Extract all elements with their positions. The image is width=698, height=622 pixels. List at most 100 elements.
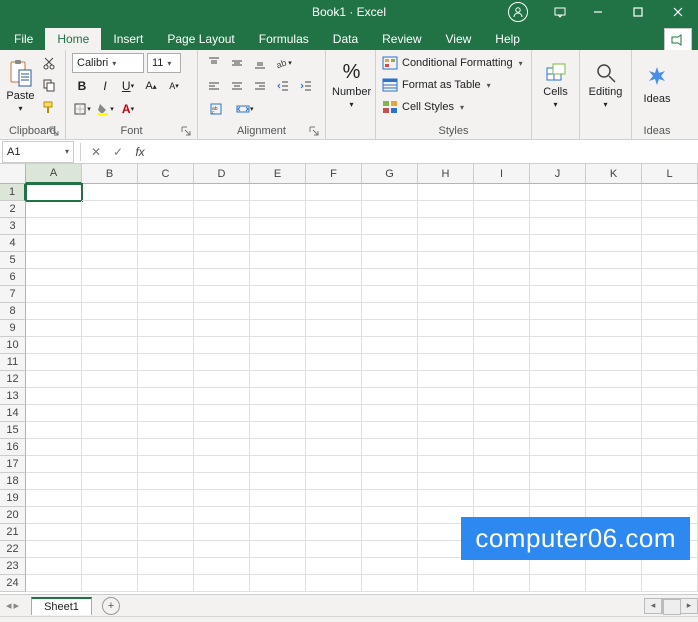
scroll-right-icon[interactable]: ▸ [680, 598, 698, 614]
cell[interactable] [194, 558, 250, 575]
sheet-nav-prev-icon[interactable]: ◂ [6, 599, 12, 612]
cell[interactable] [362, 269, 418, 286]
cell[interactable] [418, 422, 474, 439]
increase-indent-button[interactable] [296, 76, 316, 96]
cell[interactable] [586, 218, 642, 235]
font-name-combo[interactable]: Calibri▾ [72, 53, 144, 73]
tab-view[interactable]: View [434, 28, 484, 50]
tab-insert[interactable]: Insert [101, 28, 155, 50]
cell[interactable] [642, 303, 698, 320]
cell[interactable] [194, 201, 250, 218]
cell[interactable] [26, 405, 82, 422]
cell[interactable] [138, 371, 194, 388]
row-header[interactable]: 1 [0, 184, 26, 201]
cell[interactable] [474, 490, 530, 507]
editing-button[interactable]: Editing▾ [586, 53, 625, 117]
cell[interactable] [530, 201, 586, 218]
cell[interactable] [418, 235, 474, 252]
cell[interactable] [26, 269, 82, 286]
row-header[interactable]: 12 [0, 371, 26, 388]
cell[interactable] [642, 490, 698, 507]
cell[interactable] [362, 405, 418, 422]
column-header[interactable]: A [26, 164, 82, 184]
cell[interactable] [82, 269, 138, 286]
dialog-launcher-icon[interactable] [309, 126, 321, 138]
increase-font-button[interactable]: A▴ [141, 76, 161, 96]
cell[interactable] [250, 439, 306, 456]
name-box[interactable]: A1▾ [2, 141, 74, 163]
row-header[interactable]: 7 [0, 286, 26, 303]
cell[interactable] [194, 269, 250, 286]
cell[interactable] [82, 490, 138, 507]
dialog-launcher-icon[interactable] [181, 126, 193, 138]
cell[interactable] [26, 218, 82, 235]
cell[interactable] [250, 252, 306, 269]
cell[interactable] [82, 218, 138, 235]
cell[interactable] [418, 388, 474, 405]
cell[interactable] [26, 439, 82, 456]
cell[interactable] [194, 286, 250, 303]
cell[interactable] [474, 456, 530, 473]
fill-color-button[interactable]: ▾ [95, 99, 115, 119]
cell[interactable] [362, 320, 418, 337]
column-header[interactable]: H [418, 164, 474, 184]
cell[interactable] [26, 388, 82, 405]
cell[interactable] [26, 371, 82, 388]
cell[interactable] [362, 490, 418, 507]
cell[interactable] [362, 371, 418, 388]
row-header[interactable]: 24 [0, 575, 26, 592]
cell[interactable] [138, 269, 194, 286]
scroll-left-icon[interactable]: ◂ [644, 598, 662, 614]
cell[interactable] [138, 201, 194, 218]
row-header[interactable]: 20 [0, 507, 26, 524]
cell[interactable] [82, 388, 138, 405]
cell[interactable] [642, 388, 698, 405]
cell[interactable] [250, 218, 306, 235]
cell[interactable] [530, 388, 586, 405]
cell[interactable] [138, 320, 194, 337]
cell[interactable] [642, 218, 698, 235]
align-middle-button[interactable] [227, 53, 247, 73]
scroll-thumb[interactable] [663, 599, 681, 615]
cell[interactable] [250, 405, 306, 422]
cell[interactable] [306, 388, 362, 405]
cell[interactable] [82, 422, 138, 439]
cell[interactable] [306, 320, 362, 337]
tab-home[interactable]: Home [45, 28, 101, 50]
cell[interactable] [194, 405, 250, 422]
format-painter-button[interactable] [39, 97, 59, 117]
bold-button[interactable]: B [72, 76, 92, 96]
cell[interactable] [138, 490, 194, 507]
row-header[interactable]: 18 [0, 473, 26, 490]
cell[interactable] [530, 473, 586, 490]
underline-button[interactable]: U▾ [118, 76, 138, 96]
cell[interactable] [306, 558, 362, 575]
cell[interactable] [82, 286, 138, 303]
cell[interactable] [530, 286, 586, 303]
copy-button[interactable] [39, 75, 59, 95]
orientation-button[interactable]: ab▾ [273, 53, 293, 73]
cell[interactable] [82, 320, 138, 337]
column-header[interactable]: C [138, 164, 194, 184]
row-header[interactable]: 6 [0, 269, 26, 286]
cell[interactable] [306, 354, 362, 371]
cell[interactable] [26, 252, 82, 269]
align-left-button[interactable] [204, 76, 224, 96]
cell[interactable] [362, 456, 418, 473]
cell[interactable] [530, 354, 586, 371]
cell[interactable] [362, 524, 418, 541]
cell[interactable] [474, 235, 530, 252]
cell[interactable] [194, 371, 250, 388]
cell[interactable] [362, 558, 418, 575]
cell[interactable] [82, 575, 138, 592]
cell[interactable] [642, 558, 698, 575]
cell[interactable] [138, 337, 194, 354]
row-header[interactable]: 2 [0, 201, 26, 218]
cell[interactable] [82, 371, 138, 388]
number-format-button[interactable]: % Number ▾ [332, 53, 371, 117]
cell[interactable] [586, 286, 642, 303]
cell[interactable] [138, 575, 194, 592]
cell[interactable] [82, 439, 138, 456]
cell[interactable] [82, 354, 138, 371]
row-header[interactable]: 16 [0, 439, 26, 456]
